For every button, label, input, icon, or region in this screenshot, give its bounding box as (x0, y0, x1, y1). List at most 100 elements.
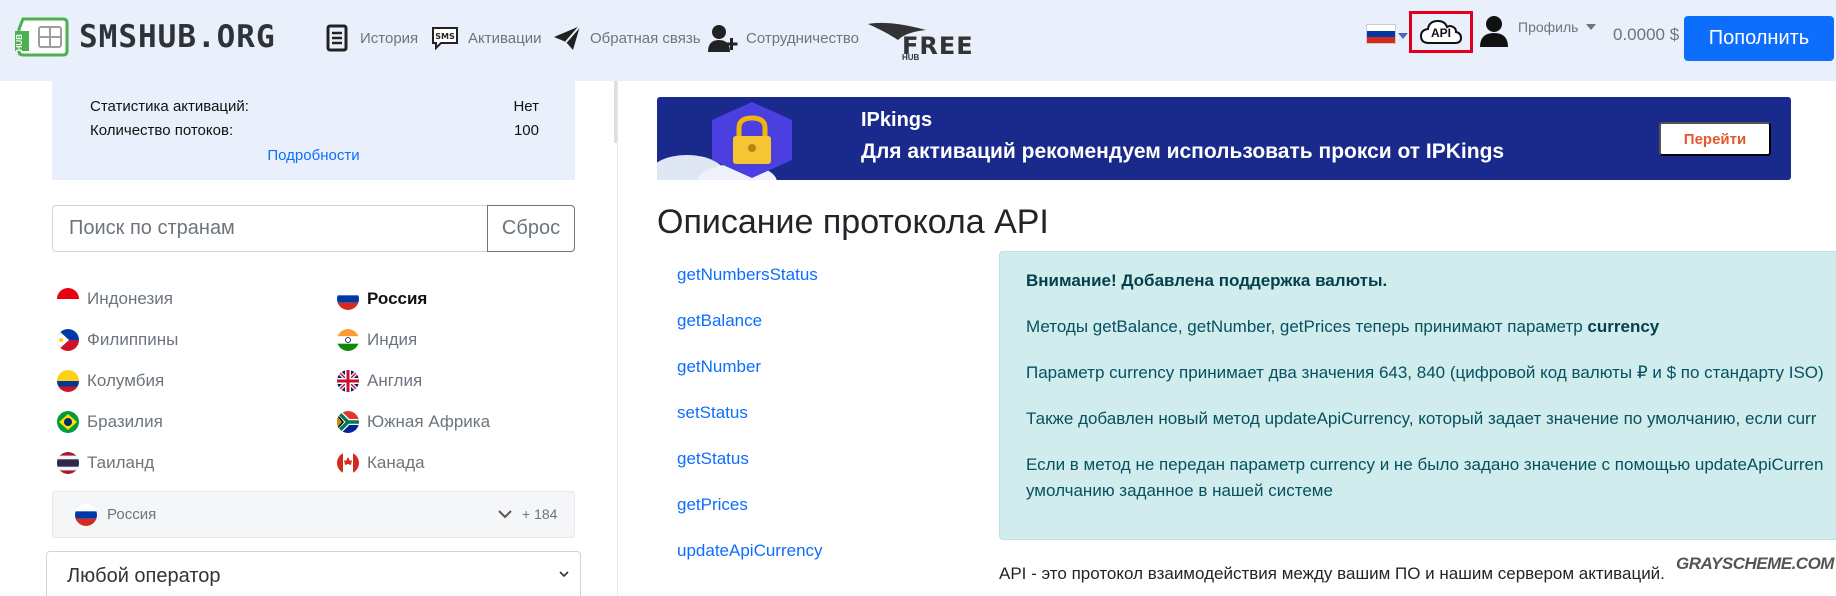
nav-feedback[interactable]: Обратная связь (552, 22, 701, 54)
country-item[interactable]: Индия (337, 329, 417, 351)
country-item[interactable]: Колумбия (57, 370, 164, 392)
flag-th-icon (57, 452, 79, 474)
flag-ru-icon (337, 288, 359, 310)
page-title: Описание протокола API (657, 203, 1049, 241)
alert-line-4: Если в метод не передан параметр currenc… (1026, 455, 1824, 474)
sim-card-icon: HUB (15, 17, 69, 57)
stat-value: 100 (513, 122, 539, 139)
alert-heading-text: Внимание! Добавлена поддержка валюты. (1026, 271, 1388, 290)
flag-co-icon (57, 370, 79, 392)
flag-gb-icon (337, 370, 359, 392)
country-name: Канада (367, 453, 425, 472)
top-navbar: HUB SMSHUB.ORG История SMS Активации Обр… (0, 0, 1836, 81)
api-label: API (1430, 26, 1451, 40)
country-item[interactable]: Таиланд (57, 452, 154, 474)
alert-line-1-text: Методы getBalance, getNumber, getPrices … (1026, 317, 1588, 336)
api-button[interactable]: API (1409, 11, 1473, 53)
country-item[interactable]: Англия (337, 370, 422, 392)
nav-activations[interactable]: SMS Активации (430, 22, 541, 54)
details-link[interactable]: Подробности (52, 147, 575, 164)
operator-select[interactable]: Любой оператор (46, 551, 581, 596)
stats-card: Статистика активаций: Нет Количество пот… (52, 81, 575, 180)
country-name: Филиппины (87, 330, 179, 349)
flag-ca-icon (337, 452, 359, 474)
country-name: Индонезия (87, 289, 173, 308)
logo[interactable]: HUB SMSHUB.ORG (15, 17, 276, 57)
country-item[interactable]: Россия (337, 288, 427, 310)
country-name: Южная Африка (367, 412, 491, 431)
balance-value: 0.0000 $ (1613, 25, 1680, 44)
profile-caret-icon (1586, 24, 1597, 30)
sms-icon: SMS (430, 23, 460, 53)
topup-button[interactable]: Пополнить (1684, 16, 1834, 61)
logo-sub-text: HUB (15, 34, 24, 52)
column-divider (617, 81, 618, 596)
country-item[interactable]: Канада (337, 452, 425, 474)
flag-br-icon (57, 411, 79, 433)
nav-activations-label: Активации (468, 29, 542, 47)
profile-menu[interactable]: Профиль (1480, 15, 1597, 47)
selected-country-dropdown[interactable]: Россия + 184 (52, 491, 575, 538)
nav-history[interactable]: История (322, 22, 418, 54)
add-user-icon (708, 23, 738, 53)
banner-go-button[interactable]: Перейти (1659, 122, 1771, 156)
hubfree-logo[interactable]: FREE HUB (868, 20, 996, 62)
selected-country-name: Россия (107, 506, 157, 523)
country-item[interactable]: Южная Африка (337, 411, 490, 433)
chevron-down-icon (559, 571, 569, 578)
nav-feedback-label: Обратная связь (590, 29, 701, 47)
method-link[interactable]: getStatus (677, 449, 749, 469)
user-icon (1480, 16, 1508, 47)
alert-line-5: умолчанию заданное в нашей системе (1026, 481, 1333, 500)
flag-za-icon (337, 411, 359, 433)
operator-value: Любой оператор (67, 564, 221, 587)
watermark: GRAYSCHEME.COM (1676, 554, 1834, 573)
ipkings-banner[interactable]: IPkings Для активаций рекомендуем исполь… (657, 97, 1791, 180)
flag-ph-icon (57, 329, 79, 351)
profile-label: Профиль (1518, 19, 1579, 35)
stat-row-activations: Статистика активаций: Нет (90, 98, 539, 115)
stat-row-threads: Количество потоков: 100 (90, 122, 539, 139)
country-search-input[interactable]: Поиск по странам (52, 205, 487, 252)
language-caret-icon[interactable] (1398, 33, 1408, 39)
nav-history-label: История (360, 29, 419, 47)
country-name: Россия (367, 289, 428, 308)
lock-icon (712, 102, 792, 178)
reset-button[interactable]: Сброс (487, 205, 575, 252)
flag-id-icon (57, 288, 79, 310)
alert-line-1-bold: currency (1587, 317, 1660, 336)
country-search: Поиск по странам Сброс (52, 205, 575, 252)
alert-line-2: Параметр currency принимает два значения… (1026, 363, 1824, 382)
language-flag-russia[interactable] (1366, 24, 1396, 44)
more-countries-count: + 184 (522, 506, 558, 522)
method-link[interactable]: getNumber (677, 357, 761, 377)
banner-brand: IPkings (861, 109, 933, 131)
method-link[interactable]: getBalance (677, 311, 762, 331)
banner-text: Для активаций рекомендуем использовать п… (861, 140, 1505, 163)
country-item[interactable]: Индонезия (57, 288, 173, 310)
stat-label: Статистика активаций: (90, 98, 249, 115)
api-description: API - это протокол взаимодействия между … (999, 564, 1665, 583)
alert-line-1: Методы getBalance, getNumber, getPrices … (1026, 317, 1659, 337)
stat-label: Количество потоков: (90, 122, 234, 139)
document-icon (322, 23, 352, 53)
country-name: Бразилия (87, 412, 163, 431)
svg-text:SMS: SMS (435, 32, 455, 41)
method-link[interactable]: getNumbersStatus (677, 265, 818, 285)
paper-plane-icon (552, 23, 582, 53)
flag-russia-icon (75, 503, 97, 526)
country-item[interactable]: Бразилия (57, 411, 163, 433)
hubfree-hub-text: HUB (902, 53, 920, 62)
nav-partnership[interactable]: Сотрудничество (708, 22, 859, 54)
method-link[interactable]: getPrices (677, 495, 748, 515)
country-name: Индия (367, 330, 418, 349)
method-link[interactable]: updateApiCurrency (677, 541, 823, 561)
nav-partnership-label: Сотрудничество (746, 29, 859, 47)
currency-alert: Внимание! Добавлена поддержка валюты. Ме… (999, 251, 1836, 540)
method-link[interactable]: setStatus (677, 403, 748, 423)
country-name: Таиланд (87, 453, 155, 472)
country-item[interactable]: Филиппины (57, 329, 178, 351)
alert-line-3: Также добавлен новый метод updateApiCurr… (1026, 409, 1817, 428)
flag-in-icon (337, 329, 359, 351)
country-name: Колумбия (87, 371, 165, 390)
